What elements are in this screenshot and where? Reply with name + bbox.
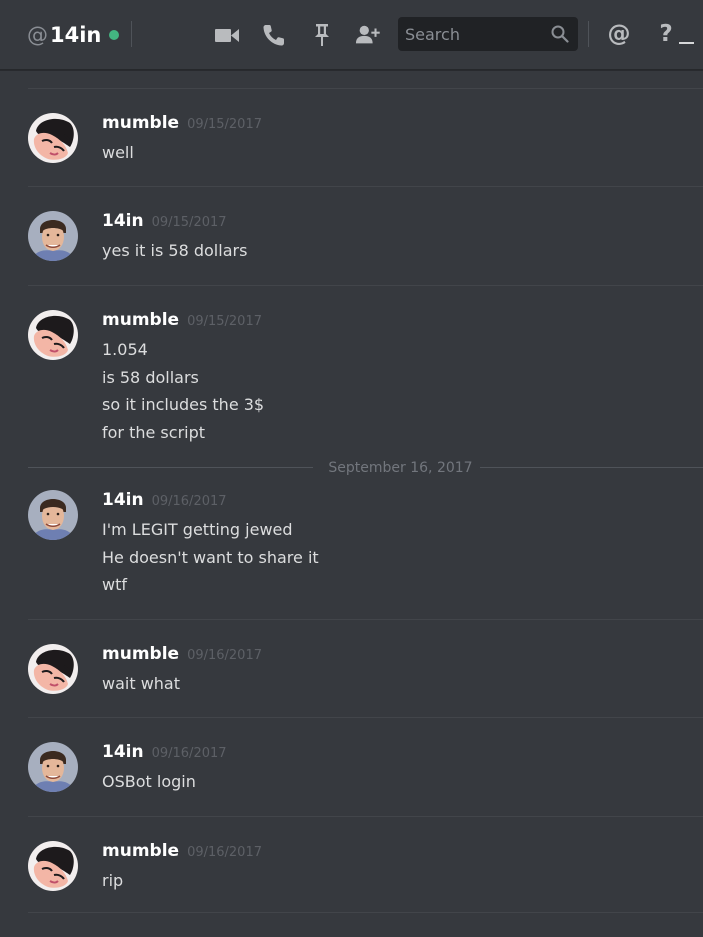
header-divider <box>131 21 132 47</box>
message-content: I'm LEGIT getting jewed He doesn't want … <box>102 516 319 599</box>
date-divider-line <box>28 467 313 468</box>
video-call-button[interactable] <box>214 22 240 48</box>
message-text: for the script <box>102 422 206 442</box>
timestamp: 09/16/2017 <box>151 494 227 509</box>
channel-title: @ 14in <box>27 20 120 50</box>
date-divider-line <box>480 467 703 468</box>
avatar[interactable] <box>28 211 78 261</box>
avatar[interactable] <box>28 113 78 163</box>
username[interactable]: mumble <box>102 644 179 664</box>
message-text: 1.054 <box>102 340 148 359</box>
at-mention-icon[interactable]: @ <box>605 20 633 48</box>
message-header: 14in 09/16/2017 <box>102 490 227 512</box>
search-icon[interactable] <box>551 25 569 43</box>
message-text: is 58 dollars <box>102 367 199 387</box>
message-separator <box>28 285 703 286</box>
message-header: mumble 09/15/2017 <box>102 310 262 332</box>
message-text: rip <box>102 871 124 890</box>
minimize-icon[interactable] <box>679 42 694 44</box>
add-friend-button[interactable] <box>355 22 381 48</box>
search-box[interactable] <box>398 17 578 51</box>
message-text: yes it is 58 dollars <box>102 241 248 260</box>
channel-name[interactable]: 14in <box>50 23 101 47</box>
message-content: 1.054 is 58 dollars so it includes the 3… <box>102 336 264 446</box>
username[interactable]: mumble <box>102 310 179 330</box>
pinned-messages-button[interactable] <box>309 22 335 48</box>
help-icon[interactable]: ? <box>656 20 676 48</box>
dm-window: @ 14in Search @ ? mumble 09/15/2017 well… <box>0 0 703 937</box>
message-header: mumble 09/15/2017 <box>102 113 262 135</box>
message-text: I'm LEGIT getting jewed <box>102 520 293 539</box>
message-content: yes it is 58 dollars <box>102 237 247 265</box>
date-divider-label: September 16, 2017 <box>328 460 473 476</box>
message-text: He doesn't want to share it <box>102 547 319 567</box>
username[interactable]: mumble <box>102 841 179 861</box>
message-separator <box>28 816 703 817</box>
message-content: OSBot login <box>102 768 196 796</box>
phone-icon <box>263 25 284 46</box>
message-header: mumble 09/16/2017 <box>102 841 262 863</box>
timestamp: 09/15/2017 <box>187 117 262 132</box>
pin-icon <box>315 24 329 46</box>
add-friend-icon <box>355 25 380 44</box>
message-separator <box>28 717 703 718</box>
timestamp: 09/16/2017 <box>151 746 227 761</box>
14in-avatar-image <box>28 490 78 540</box>
mumble-avatar-image <box>28 113 78 163</box>
message-text: wtf <box>102 575 127 594</box>
message-header: 14in 09/15/2017 <box>102 211 227 233</box>
message-header: 14in 09/16/2017 <box>102 742 227 764</box>
channel-header: @ 14in Search @ ? <box>0 0 703 70</box>
message-content: well <box>102 139 134 167</box>
timestamp: 09/15/2017 <box>151 215 227 230</box>
message-text: so it includes the 3$ <box>102 395 265 414</box>
message-content: wait what <box>102 670 180 698</box>
avatar[interactable] <box>28 310 78 360</box>
username[interactable]: mumble <box>102 113 179 133</box>
online-status-icon <box>109 30 120 40</box>
search-input[interactable] <box>398 17 538 51</box>
timestamp: 09/16/2017 <box>187 648 262 663</box>
14in-avatar-image <box>28 742 78 792</box>
message-separator <box>28 619 703 620</box>
message-separator <box>28 88 703 89</box>
message-content: rip <box>102 867 123 895</box>
timestamp: 09/16/2017 <box>187 845 262 860</box>
at-prefix: @ <box>27 23 48 47</box>
avatar[interactable] <box>28 841 78 891</box>
timestamp: 09/15/2017 <box>187 314 262 329</box>
mumble-avatar-image <box>28 644 78 694</box>
message-text: wait what <box>102 674 180 693</box>
username[interactable]: 14in <box>102 742 144 762</box>
message-separator <box>28 186 703 187</box>
voice-call-button[interactable] <box>261 22 287 48</box>
avatar[interactable] <box>28 644 78 694</box>
mumble-avatar-image <box>28 310 78 360</box>
avatar[interactable] <box>28 742 78 792</box>
message-separator <box>28 912 703 913</box>
username[interactable]: 14in <box>102 211 144 231</box>
username[interactable]: 14in <box>102 490 144 510</box>
date-divider: September 16, 2017 <box>28 458 703 478</box>
mumble-avatar-image <box>28 841 78 891</box>
avatar[interactable] <box>28 490 78 540</box>
video-camera-icon <box>215 29 239 42</box>
14in-avatar-image <box>28 211 78 261</box>
message-text: OSBot login <box>102 772 196 791</box>
header-divider <box>588 21 589 47</box>
message-list: mumble 09/15/2017 well 14in 09/15/2017 y… <box>0 70 703 937</box>
message-text: well <box>102 143 134 162</box>
message-header: mumble 09/16/2017 <box>102 644 262 666</box>
